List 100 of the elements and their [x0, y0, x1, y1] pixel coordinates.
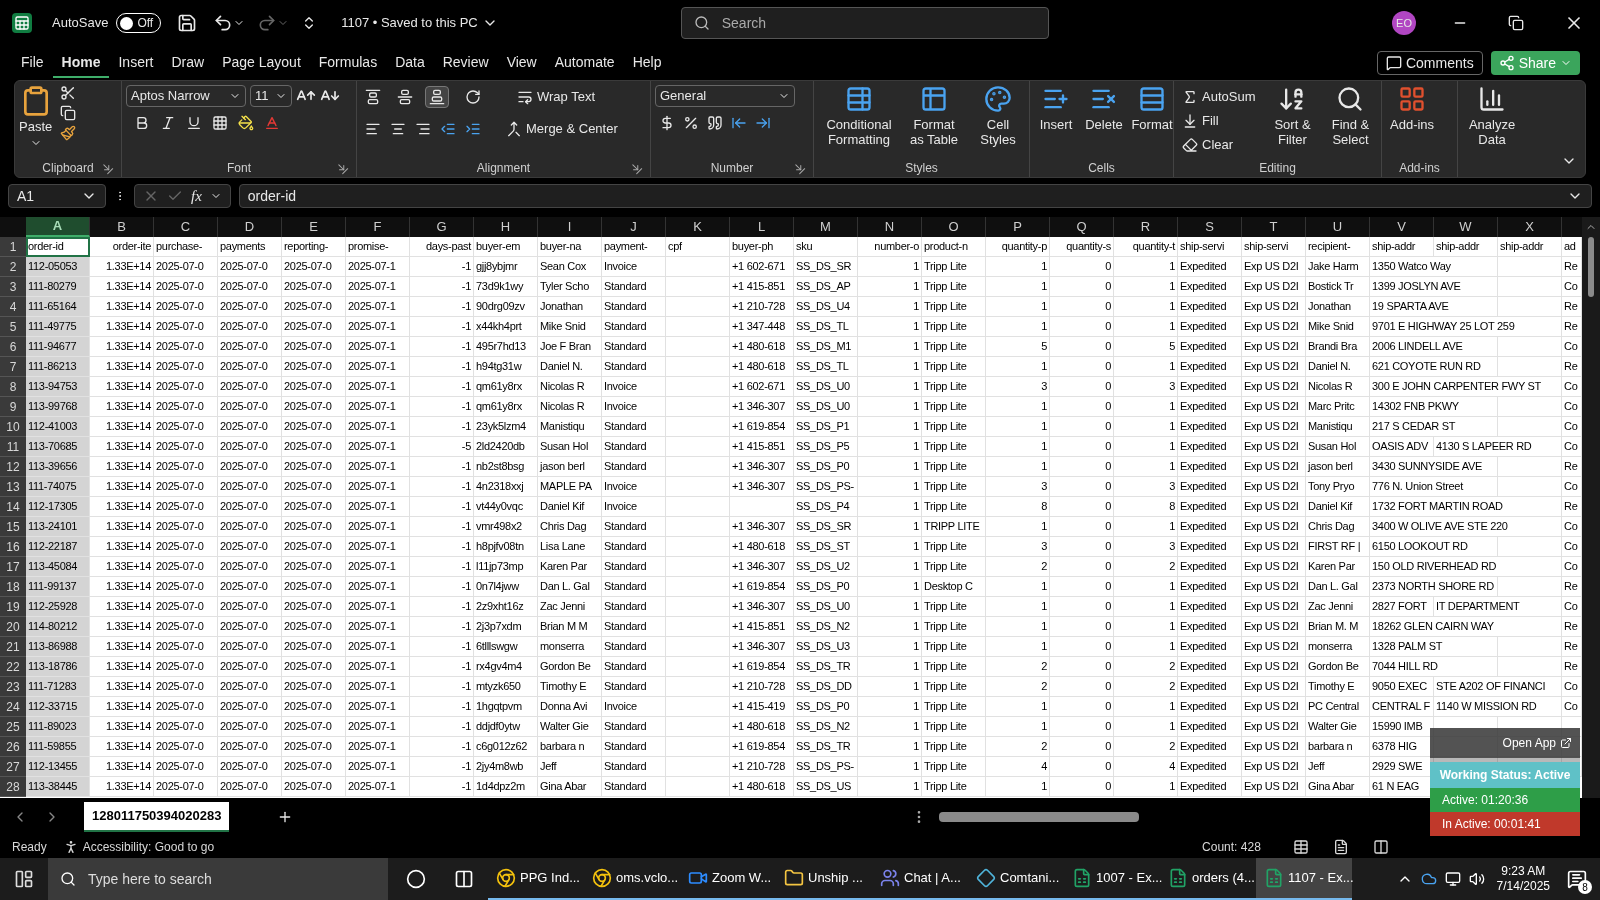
table-cell[interactable]: Exp US D2I	[1242, 317, 1306, 337]
font-family-dropdown[interactable]: Aptos Narrow	[126, 85, 246, 107]
table-cell[interactable]: Gina Abar	[1306, 777, 1370, 797]
table-cell[interactable]: 8	[986, 497, 1050, 517]
table-cell[interactable]: +1 346-307	[730, 397, 794, 417]
table-cell[interactable]: Tripp Lite	[922, 397, 986, 417]
table-cell[interactable]: 2025-07-0	[218, 717, 282, 737]
row-header[interactable]: 20	[0, 617, 26, 637]
row-header[interactable]: 1	[0, 237, 26, 257]
table-cell[interactable]: 2025-07-0	[282, 777, 346, 797]
table-cell[interactable]: 776 N. Union Street	[1370, 477, 1498, 497]
table-cell[interactable]: 2025-07-0	[282, 377, 346, 397]
table-cell[interactable]: 2025-07-0	[218, 757, 282, 777]
table-cell[interactable]: Standard	[602, 577, 666, 597]
table-cell[interactable]: 2025-07-0	[282, 397, 346, 417]
table-cell[interactable]: 113-45084	[26, 557, 90, 577]
table-cell[interactable]: Invoice	[602, 697, 666, 717]
taskbar-app[interactable]: Unship ...	[776, 858, 872, 900]
table-cell[interactable]: 1.33E+14	[90, 357, 154, 377]
table-cell[interactable]: +1 602-671	[730, 377, 794, 397]
table-cell[interactable]: 1.33E+14	[90, 757, 154, 777]
table-cell[interactable]: Exp US D2I	[1242, 677, 1306, 697]
table-cell[interactable]: 2025-07-1	[346, 317, 410, 337]
table-cell[interactable]: 113-86988	[26, 637, 90, 657]
table-cell[interactable]: 1	[986, 617, 1050, 637]
menu-tab[interactable]: Review	[433, 48, 498, 78]
table-cell[interactable]: 0	[1050, 657, 1114, 677]
table-cell[interactable]: 2025-07-0	[218, 257, 282, 277]
table-cell[interactable]: 2025-07-1	[346, 457, 410, 477]
table-cell[interactable]: Exp US D2I	[1242, 597, 1306, 617]
table-cell[interactable]: Expedited	[1178, 397, 1242, 417]
table-cell[interactable]: 2025-07-0	[282, 417, 346, 437]
table-cell[interactable]: 0	[1050, 717, 1114, 737]
table-cell[interactable]: Exp US D2I	[1242, 757, 1306, 777]
table-cell[interactable]: 112-17305	[26, 497, 90, 517]
table-cell[interactable]: 2025-07-1	[346, 497, 410, 517]
table-cell[interactable]: 111-74075	[26, 477, 90, 497]
table-cell[interactable]: 2827 FORT	[1370, 597, 1434, 617]
table-cell[interactable]: 5	[1114, 337, 1178, 357]
table-cell[interactable]: -1	[410, 537, 474, 557]
row-header[interactable]: 22	[0, 657, 26, 677]
table-cell[interactable]: 2025-07-1	[346, 617, 410, 637]
table-cell[interactable]: Invoice	[602, 477, 666, 497]
table-cell[interactable]: Sean Cox	[538, 257, 602, 277]
table-cell[interactable]: 1.33E+14	[90, 497, 154, 517]
table-cell[interactable]: 2025-07-0	[282, 437, 346, 457]
table-cell[interactable]: h8pjfv08tn	[474, 537, 538, 557]
formula-field[interactable]: order-id	[238, 184, 1592, 208]
table-cell[interactable]: payments	[218, 237, 282, 257]
table-cell[interactable]: Daniel N.	[1306, 357, 1370, 377]
table-cell[interactable]: 2025-07-0	[218, 637, 282, 657]
table-cell[interactable]: 1	[858, 357, 922, 377]
table-cell[interactable]: 1.33E+14	[90, 777, 154, 797]
column-header[interactable]: U	[1306, 217, 1370, 237]
column-header[interactable]: K	[666, 217, 730, 237]
table-cell[interactable]: SS_DS_TL	[794, 357, 858, 377]
table-cell[interactable]: Mike Snid	[538, 317, 602, 337]
table-cell[interactable]: 2025-07-0	[154, 457, 218, 477]
table-cell[interactable]: 2025-07-1	[346, 517, 410, 537]
table-cell[interactable]: Exp US D2I	[1242, 737, 1306, 757]
table-cell[interactable]: Donna Avi	[538, 697, 602, 717]
table-cell[interactable]: Expedited	[1178, 277, 1242, 297]
table-cell[interactable]: 113-99768	[26, 397, 90, 417]
table-cell[interactable]: Expedited	[1178, 677, 1242, 697]
table-cell[interactable]: Mike Snid	[1306, 317, 1370, 337]
table-cell[interactable]: Invoice	[602, 397, 666, 417]
table-cell[interactable]: 5	[986, 337, 1050, 357]
table-cell[interactable]: number-o	[858, 237, 922, 257]
table-cell[interactable]: Expedited	[1178, 297, 1242, 317]
table-cell[interactable]: Tripp Lite	[922, 657, 986, 677]
table-cell[interactable]: 2025-07-0	[154, 597, 218, 617]
table-cell[interactable]: SS_DS_ST	[794, 537, 858, 557]
table-cell[interactable]: 2025-07-1	[346, 437, 410, 457]
row-header[interactable]: 8	[0, 377, 26, 397]
row-header[interactable]: 5	[0, 317, 26, 337]
table-cell[interactable]: 0	[1050, 357, 1114, 377]
table-cell[interactable]: Standard	[602, 657, 666, 677]
taskbar-app[interactable]: Chat | A...	[872, 858, 968, 900]
editing-button[interactable]: Clear	[1178, 133, 1260, 157]
table-cell[interactable]: Susan Hol	[538, 437, 602, 457]
table-cell[interactable]: SS_DS_DD	[794, 677, 858, 697]
table-cell[interactable]: SS_DS_U3	[794, 637, 858, 657]
table-cell[interactable]: 1	[1114, 457, 1178, 477]
table-cell[interactable]: Walter Gie	[538, 717, 602, 737]
table-cell[interactable]: 2025-07-0	[218, 497, 282, 517]
table-cell[interactable]: 2025-07-0	[218, 337, 282, 357]
table-cell[interactable]: 111-49775	[26, 317, 90, 337]
table-cell[interactable]: Tripp Lite	[922, 757, 986, 777]
table-cell[interactable]: SS_DS_P0	[794, 577, 858, 597]
row-header[interactable]: 2	[0, 257, 26, 277]
table-cell[interactable]: 2025-07-0	[154, 697, 218, 717]
table-cell[interactable]: Tripp Lite	[922, 317, 986, 337]
taskbar-app[interactable]: Comtani...	[968, 858, 1064, 900]
table-cell[interactable]: 113-38445	[26, 777, 90, 797]
table-cell[interactable]: 6150 LOOKOUT RD	[1370, 537, 1498, 557]
table-cell[interactable]: 1.33E+14	[90, 537, 154, 557]
table-cell[interactable]: Tripp Lite	[922, 337, 986, 357]
editing-button[interactable]: Fill	[1178, 109, 1260, 133]
table-cell[interactable]: 2025-07-0	[218, 557, 282, 577]
table-cell[interactable]: 1	[1114, 397, 1178, 417]
